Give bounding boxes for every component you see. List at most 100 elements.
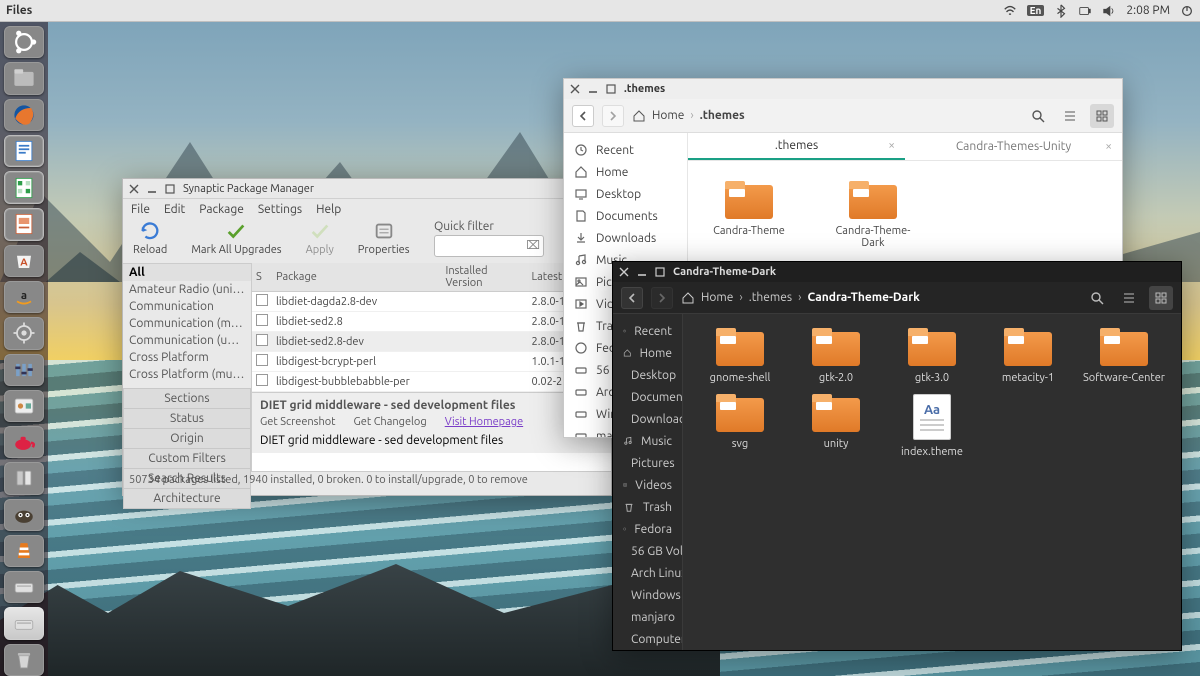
- crumb-current[interactable]: .themes: [700, 109, 745, 122]
- sidebar-item-documents[interactable]: Documents: [564, 205, 687, 227]
- launcher-drive-external[interactable]: [4, 607, 44, 639]
- launcher-impress[interactable]: [4, 208, 44, 241]
- maximize-icon[interactable]: [165, 184, 175, 194]
- sidebar-item-home[interactable]: Home: [564, 161, 687, 183]
- table-row[interactable]: libdigest-bubblebabble-per0.02-2: [252, 372, 611, 392]
- folder-item[interactable]: Candra-Theme: [704, 181, 794, 237]
- table-row[interactable]: libdiet-sed2.8-dev2.8.0-1ubuntu1: [252, 332, 611, 352]
- launcher-gimp[interactable]: [4, 499, 44, 531]
- menu-help[interactable]: Help: [316, 203, 341, 216]
- tab-candra-unity[interactable]: Candra-Themes-Unity×: [905, 133, 1122, 160]
- folder-item[interactable]: gtk-3.0: [887, 328, 977, 384]
- crumb-home[interactable]: Home: [652, 109, 684, 122]
- sidebar-item-recent[interactable]: Recent: [613, 320, 682, 342]
- sidebar-item-manjaro[interactable]: manjaro: [613, 606, 682, 628]
- sidebar-item-recent[interactable]: Recent: [564, 139, 687, 161]
- volume-icon[interactable]: [1102, 4, 1116, 18]
- close-icon[interactable]: [129, 184, 139, 194]
- view-grid-icon[interactable]: [1149, 286, 1173, 310]
- folder-item[interactable]: svg: [695, 394, 785, 450]
- side-tab-status[interactable]: Status: [123, 408, 251, 429]
- checkbox[interactable]: [256, 374, 268, 386]
- back-button[interactable]: [621, 287, 643, 309]
- launcher-accessories[interactable]: [4, 390, 44, 422]
- category-item[interactable]: Communication: [123, 298, 251, 315]
- get-screenshot-link[interactable]: Get Screenshot: [260, 416, 335, 428]
- category-item[interactable]: Communication (multiverse): [123, 315, 251, 332]
- sidebar-item-desktop[interactable]: Desktop: [613, 364, 682, 386]
- crumb-home[interactable]: Home: [701, 291, 733, 304]
- minimize-icon[interactable]: [637, 267, 647, 277]
- sidebar-item-trash[interactable]: Trash: [613, 496, 682, 518]
- view-grid-icon[interactable]: [1090, 104, 1114, 128]
- view-list-icon[interactable]: [1058, 104, 1082, 128]
- launcher-writer[interactable]: [4, 135, 44, 168]
- launcher-devices[interactable]: [4, 462, 44, 494]
- checkbox[interactable]: [256, 294, 268, 306]
- menubar-app-name[interactable]: Files: [6, 4, 32, 17]
- folder-item[interactable]: Candra-Theme-Dark: [828, 181, 918, 249]
- sidebar-item-documents[interactable]: Documents: [613, 386, 682, 408]
- sidebar-item-downloads[interactable]: Downloads: [613, 408, 682, 430]
- close-icon[interactable]: [570, 84, 580, 94]
- sidebar-item-fedora[interactable]: Fedora: [613, 518, 682, 540]
- wifi-icon[interactable]: [1003, 4, 1017, 18]
- launcher-calc[interactable]: [4, 171, 44, 204]
- mark-all-button[interactable]: Mark All Upgrades: [191, 220, 281, 256]
- files-dark-grid[interactable]: gnome-shellgtk-2.0gtk-3.0metacity-1Softw…: [683, 314, 1181, 650]
- view-list-icon[interactable]: [1117, 286, 1141, 310]
- back-button[interactable]: [572, 105, 594, 127]
- checkbox[interactable]: [256, 354, 268, 366]
- sidebar-item-desktop[interactable]: Desktop: [564, 183, 687, 205]
- col-package[interactable]: Package: [272, 263, 442, 292]
- sidebar-item-computer[interactable]: Computer: [613, 628, 682, 650]
- sidebar-item-downloads[interactable]: Downloads: [564, 227, 687, 249]
- sidebar-item-videos[interactable]: Videos: [613, 474, 682, 496]
- folder-item[interactable]: gtk-2.0: [791, 328, 881, 384]
- table-row[interactable]: libdiet-sed2.82.8.0-1ubuntu1: [252, 312, 611, 332]
- menu-package[interactable]: Package: [199, 203, 244, 216]
- synaptic-titlebar[interactable]: Synaptic Package Manager: [123, 179, 611, 199]
- folder-item[interactable]: gnome-shell: [695, 328, 785, 384]
- folder-item[interactable]: Software-Center: [1079, 328, 1169, 384]
- minimize-icon[interactable]: [147, 184, 157, 194]
- side-tab-sections[interactable]: Sections: [123, 388, 251, 409]
- maximize-icon[interactable]: [606, 84, 616, 94]
- bluetooth-icon[interactable]: [1054, 4, 1068, 18]
- launcher-teapot[interactable]: [4, 426, 44, 458]
- launcher-amazon[interactable]: a: [4, 281, 44, 313]
- category-item[interactable]: Cross Platform (multiverse): [123, 366, 251, 383]
- sidebar-item-pictures[interactable]: Pictures: [613, 452, 682, 474]
- sidebar-item-56-gb-volume[interactable]: 56 GB Volume: [613, 540, 682, 562]
- properties-button[interactable]: Properties: [358, 220, 410, 256]
- table-row[interactable]: libdigest-bcrypt-perl1.0.1-1: [252, 352, 611, 372]
- menu-edit[interactable]: Edit: [164, 203, 185, 216]
- forward-button[interactable]: [651, 287, 673, 309]
- battery-icon[interactable]: [1078, 4, 1092, 18]
- tab-themes[interactable]: .themes×: [688, 133, 905, 160]
- visit-homepage-link[interactable]: Visit Homepage: [445, 416, 523, 428]
- files-dark-titlebar[interactable]: Candra-Theme-Dark: [613, 262, 1181, 282]
- launcher-vlc[interactable]: [4, 535, 44, 567]
- category-item[interactable]: Amateur Radio (universe): [123, 281, 251, 298]
- forward-button[interactable]: [602, 105, 624, 127]
- checkbox[interactable]: [256, 334, 268, 346]
- file-item[interactable]: index.theme: [887, 394, 977, 458]
- files-light-titlebar[interactable]: .themes: [564, 79, 1122, 99]
- menu-file[interactable]: File: [131, 203, 150, 216]
- launcher-drive[interactable]: [4, 571, 44, 603]
- side-tab-origin[interactable]: Origin: [123, 428, 251, 449]
- col-installed[interactable]: Installed Version: [442, 263, 528, 292]
- launcher-software-center[interactable]: A: [4, 245, 44, 277]
- close-icon[interactable]: ×: [1105, 140, 1112, 153]
- folder-item[interactable]: unity: [791, 394, 881, 450]
- minimize-icon[interactable]: [588, 84, 598, 94]
- sidebar-item-arch-linux[interactable]: Arch Linux: [613, 562, 682, 584]
- keyboard-language-indicator[interactable]: En: [1027, 5, 1045, 16]
- col-status[interactable]: S: [252, 263, 272, 292]
- crumb-current[interactable]: Candra-Theme-Dark: [807, 291, 919, 304]
- category-header[interactable]: All: [123, 264, 251, 281]
- side-tab-arch[interactable]: Architecture: [123, 488, 251, 509]
- close-icon[interactable]: ×: [888, 139, 895, 152]
- clock[interactable]: 2:08 PM: [1126, 4, 1170, 17]
